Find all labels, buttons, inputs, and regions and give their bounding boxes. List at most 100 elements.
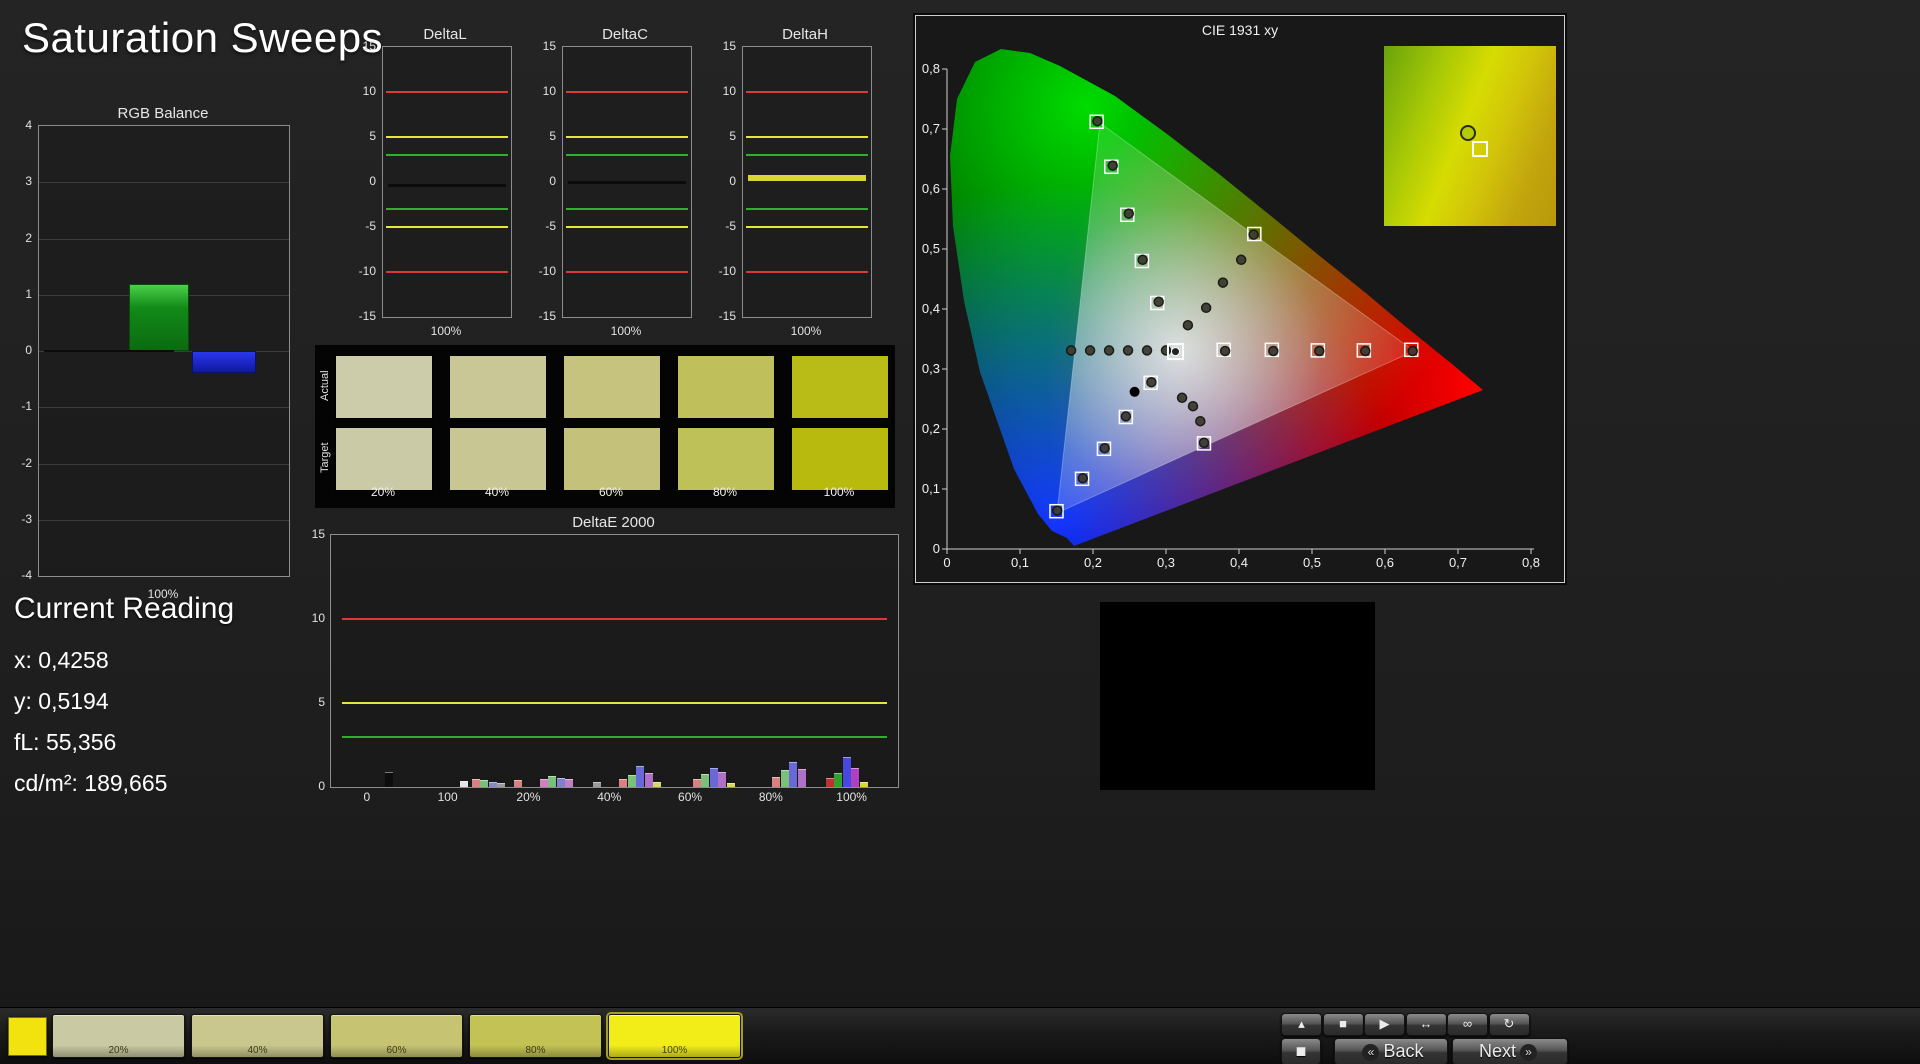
- deltae2000-chart: DeltaE 2000 151050 010020%40%60%80%100%: [295, 514, 905, 810]
- deltae-limit-line: [342, 736, 886, 738]
- swatch-column-label: 40%: [449, 485, 545, 499]
- actual-swatch-60%: [563, 355, 661, 419]
- loop-button[interactable]: ∞: [1447, 1013, 1488, 1036]
- deltae-xtick-label: 100%: [836, 790, 867, 804]
- deltah-title: DeltaH: [740, 26, 870, 43]
- deltae2000-y-axis: 151050: [299, 534, 328, 786]
- deltae-bar: [781, 770, 789, 787]
- play-button[interactable]: ▶: [1364, 1013, 1405, 1036]
- cie-measured-circle: [1237, 255, 1246, 264]
- cie-y-tick-label: 0: [933, 541, 940, 556]
- deltae-xtick-label: 40%: [597, 790, 621, 804]
- cie-dark-dot: [1130, 387, 1140, 397]
- delta-limit-line: [566, 91, 689, 93]
- deltal-data-line: [388, 184, 506, 187]
- deltal-title: DeltaL: [380, 26, 510, 43]
- cie-measured-circle: [1361, 347, 1370, 356]
- delta-ytick-label: -5: [365, 219, 376, 233]
- deltac-plot: [562, 46, 692, 318]
- actual-swatch-100%: [791, 355, 889, 419]
- delta-ytick-label: 10: [543, 84, 556, 98]
- deltae2000-plot: [330, 534, 899, 788]
- cie-zoom-inset: [1384, 46, 1556, 226]
- rgb-ytick-label: 3: [25, 174, 32, 188]
- deltae-bar: [497, 783, 505, 787]
- saturation-button-60%[interactable]: 60%: [330, 1014, 463, 1058]
- current-pattern-swatch[interactable]: [8, 1017, 47, 1056]
- current-reading-title: Current Reading: [14, 592, 234, 626]
- deltae-xtick-label: 100: [438, 790, 458, 804]
- cie-x-tick-label: 0,3: [1157, 555, 1175, 570]
- cie-y-tick-label: 0,4: [922, 301, 940, 316]
- resize-button[interactable]: ↔: [1406, 1013, 1447, 1036]
- delta-limit-line: [746, 136, 869, 138]
- saturation-button-label: 60%: [331, 1045, 462, 1056]
- cie-y-tick-label: 0,8: [922, 61, 940, 76]
- cie-measured-circle: [1143, 346, 1152, 355]
- saturation-button-20%[interactable]: 20%: [52, 1014, 185, 1058]
- back-button[interactable]: «Back: [1334, 1038, 1448, 1064]
- deltah-x-label: 100%: [742, 324, 870, 338]
- deltae-ytick-label: 5: [318, 695, 325, 709]
- eject-button[interactable]: ▴: [1281, 1013, 1322, 1036]
- deltae-bar: [565, 779, 573, 787]
- cie-y-tick-label: 0,2: [922, 421, 940, 436]
- rgb-ytick-label: 1: [25, 287, 32, 301]
- delta-ytick-label: 15: [543, 39, 556, 53]
- cie-measured-circle: [1121, 412, 1130, 421]
- cie-measured-circle: [1124, 346, 1133, 355]
- back-label: Back: [1383, 1041, 1423, 1061]
- deltac-chart: DeltaC151050-5-10-15100%: [528, 26, 696, 340]
- saturation-button-label: 100%: [609, 1045, 740, 1056]
- delta-ytick-label: -15: [719, 309, 736, 323]
- deltac-title: DeltaC: [560, 26, 690, 43]
- deltal-chart: DeltaL151050-5-10-15100%: [348, 26, 516, 340]
- saturation-button-40%[interactable]: 40%: [191, 1014, 324, 1058]
- deltae-bar: [645, 773, 653, 787]
- stop-button[interactable]: ■: [1323, 1013, 1364, 1036]
- cie-measured-circle: [1124, 209, 1133, 218]
- refresh-button[interactable]: ↻: [1489, 1013, 1530, 1036]
- cie-measured-circle: [1067, 346, 1076, 355]
- cie-white-point-dot: [1171, 348, 1179, 356]
- delta-limit-line: [386, 136, 509, 138]
- delta-limit-line: [386, 271, 509, 273]
- play-icon: ▶: [1380, 1016, 1390, 1031]
- cie-measured-circle: [1154, 297, 1163, 306]
- deltae-bar: [693, 779, 701, 787]
- saturation-button-label: 20%: [53, 1045, 184, 1056]
- rgb-balance-chart: RGB Balance 43210-1-2-3-4 100%: [8, 105, 296, 605]
- rgb-balance-title: RGB Balance: [38, 105, 288, 122]
- window-button[interactable]: ■: [1281, 1038, 1321, 1064]
- cie-x-tick-label: 0,1: [1011, 555, 1029, 570]
- deltae-bar: [843, 757, 851, 787]
- delta-limit-line: [746, 91, 869, 93]
- delta-ytick-label: 10: [723, 84, 736, 98]
- deltae-bar: [718, 772, 726, 787]
- deltae-xtick-label: 20%: [516, 790, 540, 804]
- delta-ytick-label: -10: [719, 264, 736, 278]
- delta-ytick-label: -15: [359, 309, 376, 323]
- deltal-y-axis: 151050-5-10-15: [350, 46, 379, 316]
- saturation-button-80%[interactable]: 80%: [469, 1014, 602, 1058]
- refresh-icon: ↻: [1504, 1016, 1515, 1031]
- swatch-row-label-actual: Actual: [319, 355, 333, 417]
- deltae-limit-line: [342, 702, 886, 704]
- saturation-button-100%[interactable]: 100%: [608, 1014, 741, 1058]
- cie-measured-circle: [1093, 117, 1102, 126]
- deltae-bar: [789, 762, 797, 787]
- deltae2000-title: DeltaE 2000: [330, 514, 897, 531]
- next-button[interactable]: Next»: [1452, 1038, 1568, 1064]
- deltae-bar: [772, 777, 780, 787]
- cie-1931-title: CIE 1931 xy: [916, 22, 1564, 38]
- delta-ytick-label: 0: [729, 174, 736, 188]
- loop-icon: ∞: [1463, 1016, 1472, 1031]
- delta-limit-line: [566, 154, 689, 156]
- cie-y-tick-label: 0,6: [922, 181, 940, 196]
- cie-measured-circle: [1138, 255, 1147, 264]
- rgb-ytick-label: -2: [21, 456, 32, 470]
- deltae-bar: [798, 769, 806, 787]
- deltac-x-label: 100%: [562, 324, 690, 338]
- cie-measured-circle: [1178, 393, 1187, 402]
- delta-limit-line: [566, 226, 689, 228]
